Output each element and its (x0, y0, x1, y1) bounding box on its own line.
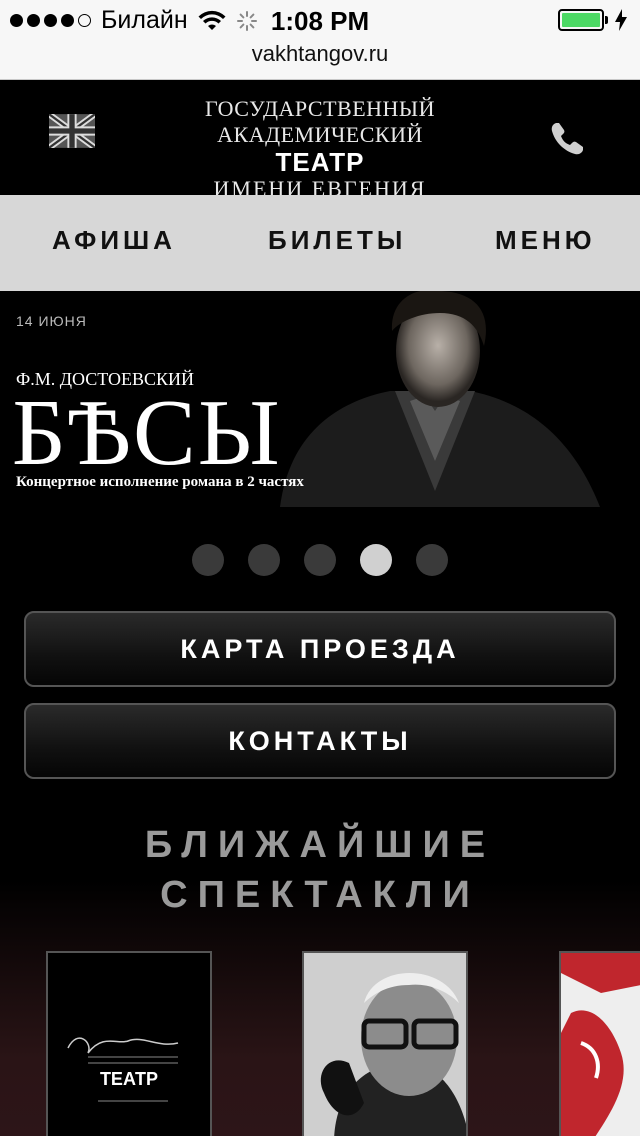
actor-portrait (270, 291, 600, 507)
map-button[interactable]: КАРТА ПРОЕЗДА (24, 611, 616, 687)
nav-tickets[interactable]: БИЛЕТЫ (268, 225, 406, 256)
pager-dot-active[interactable] (360, 544, 392, 576)
show-poster[interactable]: ТЕАТР (46, 951, 212, 1136)
pager-dot[interactable] (192, 544, 224, 576)
upcoming-title-line2: СПЕКТАКЛИ (160, 874, 480, 916)
nav-menu[interactable]: МЕНЮ (495, 225, 596, 256)
charging-icon (615, 9, 627, 31)
address-bar[interactable]: vakhtangov.ru (0, 40, 640, 80)
poster-caption: ТЕАТР (99, 1069, 159, 1089)
carousel-pager (0, 544, 640, 578)
phone-icon[interactable] (548, 120, 586, 158)
featured-banner[interactable]: 14 ИЮНЯ Ф.М. ДОСТОЕВСКИЙ БѢСЫ Концертное… (0, 291, 640, 507)
banner-subtitle: Концертное исполнение романа в 2 частях (16, 474, 304, 490)
theatre-emblem (67, 1037, 179, 1102)
pager-dot[interactable] (416, 544, 448, 576)
poster-photo (304, 953, 466, 1136)
logo-line2: ТЕАТР (275, 147, 365, 177)
status-bar: Билайн 1:08 PM (0, 0, 640, 40)
battery-icon (558, 9, 608, 31)
pager-dot[interactable] (304, 544, 336, 576)
main-nav: АФИША БИЛЕТЫ МЕНЮ (0, 195, 640, 291)
show-poster[interactable] (302, 951, 468, 1136)
poster-art (561, 953, 640, 1136)
url-text: vakhtangov.ru (251, 41, 389, 66)
upcoming-title-line1: БЛИЖАЙШИЕ (144, 824, 496, 866)
banner-title: БѢСЫ (12, 381, 282, 485)
show-poster[interactable] (559, 951, 640, 1136)
contacts-button[interactable]: КОНТАКТЫ (24, 703, 616, 779)
logo-line1: ГОСУДАРСТВЕННЫЙ АКАДЕМИЧЕСКИЙ (204, 96, 436, 147)
banner-date: 14 ИЮНЯ (16, 313, 87, 329)
upcoming-shows-title: БЛИЖАЙШИЕ СПЕКТАКЛИ (0, 820, 640, 920)
nav-afisha[interactable]: АФИША (52, 225, 176, 256)
clock: 1:08 PM (270, 6, 370, 36)
uk-flag-icon[interactable] (49, 114, 95, 148)
pager-dot[interactable] (248, 544, 280, 576)
